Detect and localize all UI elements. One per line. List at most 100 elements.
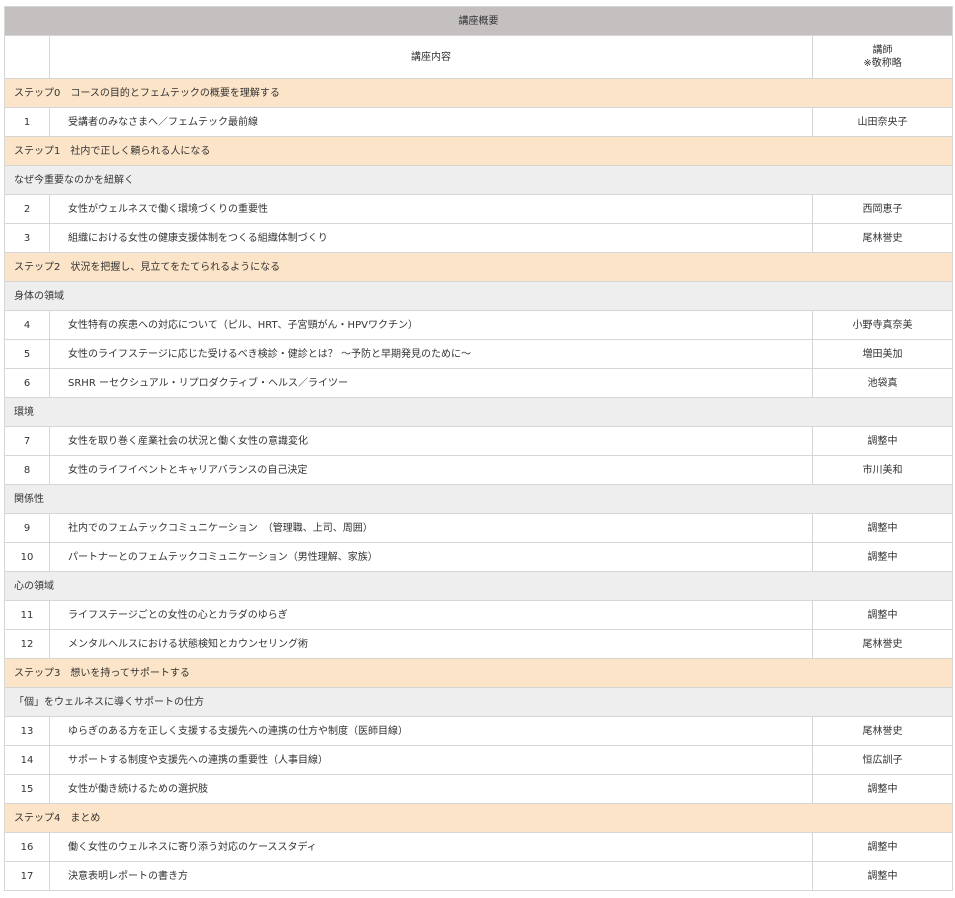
row-teacher: 調整中 [811, 426, 954, 456]
step-row: ステップ1 社内で正しく頼られる人になる [3, 136, 954, 166]
row-number: 14 [4, 745, 50, 775]
table-row: 1 受講者のみなさまへ／フェムテック最前線 山田奈央子 [4, 107, 954, 137]
row-teacher: 池袋真 [811, 368, 954, 398]
step-label: ステップ0 コースの目的とフェムテックの概要を理解する [3, 78, 954, 108]
header-number [4, 35, 50, 79]
row-number: 13 [4, 716, 50, 746]
table-row: 8 女性のライフイベントとキャリアバランスの自己決定 市川美和 [4, 455, 954, 485]
row-number: 8 [4, 455, 50, 485]
category-row: 心の領域 [3, 571, 954, 601]
row-content: サポートする制度や支援先への連携の重要性（人事目線） [49, 745, 813, 775]
row-number: 4 [4, 310, 50, 340]
row-content: パートナーとのフェムテックコミュニケーション（男性理解、家族） [49, 542, 813, 572]
row-number: 7 [4, 426, 50, 456]
row-teacher: 小野寺真奈美 [811, 310, 954, 340]
category-label: 身体の領域 [3, 281, 954, 311]
category-row: 環境 [3, 397, 954, 427]
row-number: 17 [4, 861, 50, 891]
row-teacher: 西岡恵子 [811, 194, 954, 224]
category-label: 関係性 [3, 484, 954, 514]
table-row: 17 決意表明レポートの書き方 調整中 [4, 861, 954, 891]
table-row: 11 ライフステージごとの女性の心とカラダのゆらぎ 調整中 [4, 600, 954, 630]
table-row: 10 パートナーとのフェムテックコミュニケーション（男性理解、家族） 調整中 [4, 542, 954, 572]
header-teacher-label: 講師 [872, 45, 893, 56]
row-teacher: 調整中 [811, 600, 954, 630]
row-teacher: 尾林誉史 [811, 223, 954, 253]
table-row: 12 メンタルヘルスにおける状態検知とカウンセリング術 尾林誉史 [4, 629, 954, 659]
row-content: 女性がウェルネスで働く環境づくりの重要性 [49, 194, 813, 224]
table-row: 2 女性がウェルネスで働く環境づくりの重要性 西岡恵子 [4, 194, 954, 224]
header-teacher-note: ※敬称略 [863, 58, 902, 69]
category-label: 「個」をウェルネスに導くサポートの仕方 [3, 687, 954, 717]
table-title: 講座概要 [3, 6, 954, 36]
step-label: ステップ1 社内で正しく頼られる人になる [3, 136, 954, 166]
category-row: 身体の領域 [3, 281, 954, 311]
row-number: 3 [4, 223, 50, 253]
category-row: なぜ今重要なのかを紐解く [3, 165, 954, 195]
table-row: 14 サポートする制度や支援先への連携の重要性（人事目線） 恒広訓子 [4, 745, 954, 775]
row-number: 10 [4, 542, 50, 572]
row-content: 女性のライフステージに応じた受けるべき検診・健診とは？ ～予防と早期発見のために… [49, 339, 813, 369]
table-row: 6 SRHR ーセクシュアル・リプロダクティブ・ヘルス／ライツー 池袋真 [4, 368, 954, 398]
row-content: 女性を取り巻く産業社会の状況と働く女性の意識変化 [49, 426, 813, 456]
step-row: ステップ2 状況を把握し、見立てをたてられるようになる [3, 252, 954, 282]
row-content: 女性のライフイベントとキャリアバランスの自己決定 [49, 455, 813, 485]
row-content: 女性特有の疾患への対応について（ピル、HRT、子宮頸がん・HPVワクチン） [49, 310, 813, 340]
row-number: 15 [4, 774, 50, 804]
row-number: 11 [4, 600, 50, 630]
row-teacher: 調整中 [811, 513, 954, 543]
step-label: ステップ3 想いを持ってサポートする [3, 658, 954, 688]
step-label: ステップ4 まとめ [3, 803, 954, 833]
step-row: ステップ4 まとめ [3, 803, 954, 833]
table-row: 9 社内でのフェムテックコミュニケーション （管理職、上司、周囲） 調整中 [4, 513, 954, 543]
row-teacher: 調整中 [811, 774, 954, 804]
course-overview-table: 講座概要 講座内容 講師 ※敬称略 ステップ0 コースの目的とフェムテックの概要… [3, 6, 954, 891]
row-teacher: 恒広訓子 [811, 745, 954, 775]
table-row: 15 女性が働き続けるための選択肢 調整中 [4, 774, 954, 804]
row-number: 6 [4, 368, 50, 398]
row-content: SRHR ーセクシュアル・リプロダクティブ・ヘルス／ライツー [49, 368, 813, 398]
row-teacher: 調整中 [811, 542, 954, 572]
row-content: 女性が働き続けるための選択肢 [49, 774, 813, 804]
row-teacher: 増田美加 [811, 339, 954, 369]
row-number: 2 [4, 194, 50, 224]
table-row: 16 働く女性のウェルネスに寄り添う対応のケーススタディ 調整中 [4, 832, 954, 862]
table-body: ステップ0 コースの目的とフェムテックの概要を理解する 1 受講者のみなさまへ／フェ… [3, 78, 954, 891]
row-content: メンタルヘルスにおける状態検知とカウンセリング術 [49, 629, 813, 659]
step-row: ステップ0 コースの目的とフェムテックの概要を理解する [3, 78, 954, 108]
row-teacher: 市川美和 [811, 455, 954, 485]
row-content: ゆらぎのある方を正しく支援する支援先への連携の仕方や制度（医師目線） [49, 716, 813, 746]
table-row: 5 女性のライフステージに応じた受けるべき検診・健診とは？ ～予防と早期発見のため… [4, 339, 954, 369]
table-row: 7 女性を取り巻く産業社会の状況と働く女性の意識変化 調整中 [4, 426, 954, 456]
header-teacher: 講師 ※敬称略 [811, 35, 954, 79]
category-label: 心の領域 [3, 571, 954, 601]
step-label: ステップ2 状況を把握し、見立てをたてられるようになる [3, 252, 954, 282]
category-label: なぜ今重要なのかを紐解く [3, 165, 954, 195]
row-content: 決意表明レポートの書き方 [49, 861, 813, 891]
row-number: 9 [4, 513, 50, 543]
table-row: 4 女性特有の疾患への対応について（ピル、HRT、子宮頸がん・HPVワクチン） 小野… [4, 310, 954, 340]
table-row: 13 ゆらぎのある方を正しく支援する支援先への連携の仕方や制度（医師目線） 尾林誉史 [4, 716, 954, 746]
row-content: 働く女性のウェルネスに寄り添う対応のケーススタディ [49, 832, 813, 862]
row-teacher: 山田奈央子 [811, 107, 954, 137]
row-teacher: 調整中 [811, 832, 954, 862]
row-teacher: 尾林誉史 [811, 629, 954, 659]
step-row: ステップ3 想いを持ってサポートする [3, 658, 954, 688]
row-content: ライフステージごとの女性の心とカラダのゆらぎ [49, 600, 813, 630]
row-teacher: 調整中 [811, 861, 954, 891]
table-header-row: 講座内容 講師 ※敬称略 [4, 35, 954, 79]
category-row: 「個」をウェルネスに導くサポートの仕方 [3, 687, 954, 717]
row-number: 12 [4, 629, 50, 659]
row-content: 組織における女性の健康支援体制をつくる組織体制づくり [49, 223, 813, 253]
table-title-row: 講座概要 [3, 6, 954, 36]
header-content: 講座内容 [49, 35, 813, 79]
row-number: 16 [4, 832, 50, 862]
category-label: 環境 [3, 397, 954, 427]
table-row: 3 組織における女性の健康支援体制をつくる組織体制づくり 尾林誉史 [4, 223, 954, 253]
row-content: 受講者のみなさまへ／フェムテック最前線 [49, 107, 813, 137]
category-row: 関係性 [3, 484, 954, 514]
row-number: 1 [4, 107, 50, 137]
row-teacher: 尾林誉史 [811, 716, 954, 746]
row-number: 5 [4, 339, 50, 369]
row-content: 社内でのフェムテックコミュニケーション （管理職、上司、周囲） [49, 513, 813, 543]
